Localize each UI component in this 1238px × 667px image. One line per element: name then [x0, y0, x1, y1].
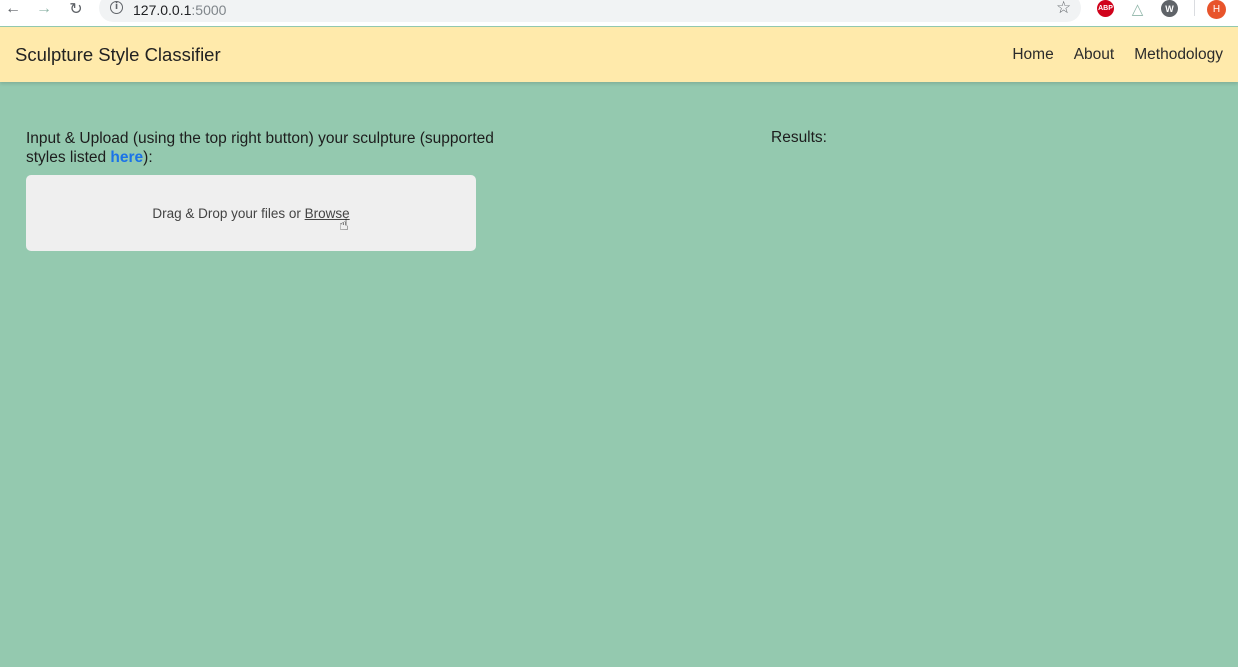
browser-toolbar: ← → ↻ i 127.0.0.1:5000 ☆ ABP △ W H [0, 0, 1238, 26]
dropzone-label: Drag & Drop your files or [152, 205, 305, 221]
forward-arrow-icon[interactable]: → [34, 0, 54, 18]
url-host: 127.0.0.1 [133, 2, 192, 18]
address-bar[interactable]: i 127.0.0.1:5000 ☆ [99, 0, 1081, 22]
nav-link-methodology[interactable]: Methodology [1134, 46, 1223, 64]
upload-instructions-text: Input & Upload (using the top right butt… [26, 130, 494, 166]
nav-link-about[interactable]: About [1074, 46, 1115, 64]
app-navbar: Sculpture Style Classifier Home About Me… [0, 27, 1238, 82]
supported-styles-link[interactable]: here [110, 149, 143, 166]
toolbar-divider [1194, 0, 1195, 16]
w-extension-icon[interactable]: W [1161, 0, 1178, 17]
file-dropzone[interactable]: Drag & Drop your files or Browse [26, 175, 476, 251]
adblock-extension-icon[interactable]: ABP [1097, 0, 1114, 17]
upload-instructions: Input & Upload (using the top right butt… [26, 129, 496, 167]
nav-link-home[interactable]: Home [1012, 46, 1053, 64]
drive-extension-icon[interactable]: △ [1129, 0, 1146, 18]
url-text[interactable]: 127.0.0.1:5000 [133, 2, 226, 18]
reload-icon[interactable]: ↻ [66, 0, 86, 18]
dropzone-text: Drag & Drop your files or Browse [152, 206, 349, 221]
bookmark-star-icon[interactable]: ☆ [1056, 0, 1071, 18]
brand-title[interactable]: Sculpture Style Classifier [15, 44, 221, 66]
upload-instructions-suffix: ): [143, 149, 153, 166]
results-heading: Results: [771, 129, 827, 146]
back-arrow-icon[interactable]: ← [3, 0, 23, 18]
url-port: :5000 [191, 2, 227, 18]
profile-avatar[interactable]: H [1207, 0, 1226, 19]
hand-pointer-cursor-icon: ☝ [339, 217, 349, 234]
info-icon[interactable]: i [110, 1, 123, 14]
nav-links: Home About Methodology [1012, 46, 1223, 64]
